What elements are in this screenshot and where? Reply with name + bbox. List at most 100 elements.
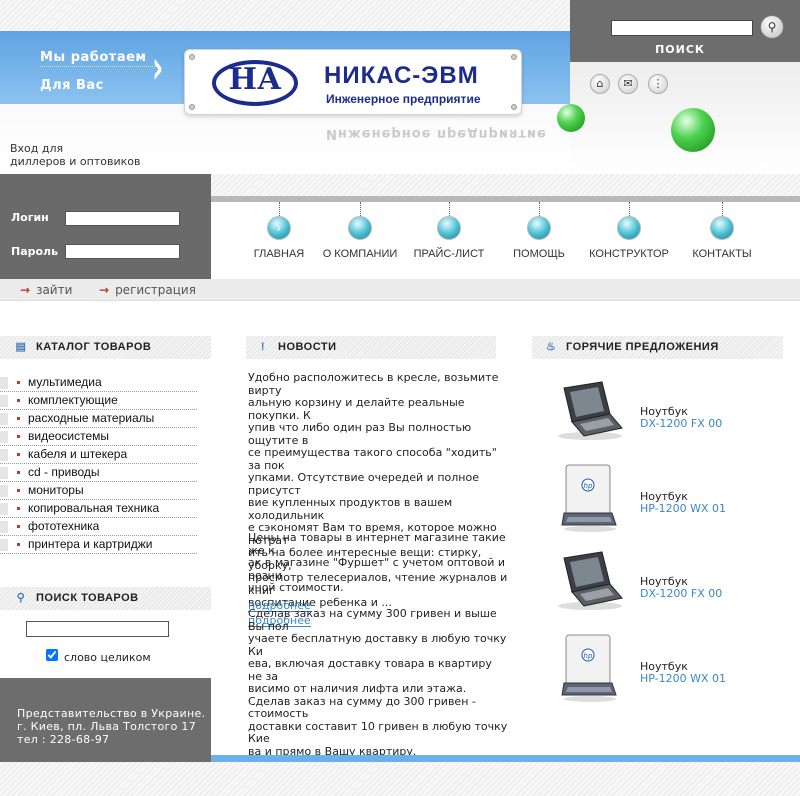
laptop-image[interactable] <box>550 374 630 440</box>
flame-icon: ♨ <box>545 341 557 353</box>
news-text-line: Цены на товары в интернет магазине такие… <box>248 531 506 557</box>
nav-label: ГЛАВНАЯ <box>253 248 305 260</box>
news-text-line: вие купленных продуктов в вашем холодиль… <box>248 496 453 522</box>
nav-item-help[interactable]: ПОМОЩЬ <box>494 202 584 260</box>
product-model-link[interactable]: HP-1200 WX 01 <box>640 673 726 685</box>
catalog-item[interactable]: расходные материалы <box>0 410 197 428</box>
logo-emblem-letters: НА <box>228 62 282 97</box>
hot-offers-title: ГОРЯЧИЕ ПРЕДЛОЖЕНИЯ <box>566 341 719 353</box>
hot-offer-item[interactable]: Ноутбук DX-1200 FX 00 <box>548 372 788 452</box>
product-model-link[interactable]: DX-1200 FX 00 <box>640 418 722 430</box>
catalog-item[interactable]: копировальная техника <box>0 500 197 518</box>
top-search-input[interactable] <box>611 20 753 36</box>
sitemap-icon[interactable]: ⋮ <box>648 74 668 94</box>
nav-connector <box>628 202 630 216</box>
nav-contacts-icon <box>710 216 734 240</box>
catalog-item[interactable]: мультимедиа <box>0 374 197 392</box>
password-input[interactable] <box>65 244 180 259</box>
nav-about-icon <box>348 216 372 240</box>
screw-icon <box>189 54 195 60</box>
contact-line-2: г. Киев, пл. Льва Толстого 17 <box>17 720 197 733</box>
catalog-item[interactable]: фототехника <box>0 518 197 536</box>
green-ball-large <box>671 108 715 152</box>
product-model-link[interactable]: HP-1200 WX 01 <box>640 503 726 515</box>
arrow-right-icon: → <box>99 283 110 297</box>
hot-offer-item[interactable]: Ноутбук DX-1200 FX 00 <box>548 542 788 622</box>
catalog-item[interactable]: cd - приводы <box>0 464 197 482</box>
product-search-input[interactable] <box>26 621 169 637</box>
slogan-divider <box>40 66 155 67</box>
hot-offer-item[interactable]: hp Ноутбук HP-1200 WX 01 <box>548 627 788 707</box>
laptop-image[interactable]: hp <box>550 629 630 702</box>
news-text: Сделав заказ на сумму 300 гривен и выше … <box>248 607 508 771</box>
catalog-list: мультимедиа комплектующие расходные мате… <box>0 374 197 554</box>
book-icon: ▤ <box>15 341 27 353</box>
contact-line-3: тел : 228-68-97 <box>17 733 110 746</box>
search-icon[interactable]: ⚲ <box>760 15 784 39</box>
catalog-header: ▤ КАТАЛОГ ТОВАРОВ <box>0 336 211 359</box>
exclamation-icon: ! <box>260 341 266 353</box>
main-nav: › ГЛАВНАЯ О КОМПАНИИ ПРАЙС-ЛИСТ ПОМОЩЬ К… <box>211 202 800 279</box>
arrow-right-icon: → <box>20 283 31 297</box>
news-header: ! НОВОСТИ <box>246 336 496 359</box>
search-label[interactable]: ПОИСК <box>640 43 720 56</box>
nav-item-price-list[interactable]: ПРАЙС-ЛИСТ <box>404 202 494 260</box>
svg-text:hp: hp <box>584 652 593 660</box>
nav-connector <box>538 202 540 216</box>
news-text-line: альную корзину и делайте реальные покупк… <box>248 396 465 422</box>
catalog-item[interactable]: мониторы <box>0 482 197 500</box>
news-text-line: ак в магазине "Фуршет" с учетом оптовой … <box>248 556 506 582</box>
nav-label: ПРАЙС-ЛИСТ <box>413 248 485 260</box>
news-text-line: Сделав заказ на сумму 300 гривен и выше … <box>248 607 497 633</box>
nav-item-about[interactable]: О КОМПАНИИ <box>315 202 405 260</box>
news-text-line: доставки составит 10 гривен в любую точк… <box>248 719 508 745</box>
header-top-band <box>0 0 570 31</box>
dealer-login-link[interactable]: Вход для диллеров и оптовиков <box>10 142 140 168</box>
news-text-line: Удобно расположитесь в кресле, возьмите … <box>248 371 499 397</box>
logo-subtitle: Инженерное предприятие <box>326 92 481 106</box>
contact-line-1: Представительство в Украине. <box>17 707 206 720</box>
dealer-link-line-2: диллеров и оптовиков <box>10 155 141 168</box>
news-text-line: Сделав заказ на сумму до 300 гривен - ст… <box>248 694 476 720</box>
screw-icon <box>189 104 195 110</box>
nav-help-icon <box>527 216 551 240</box>
nav-connector <box>278 202 280 216</box>
logo-name: НИКАС-ЭВМ <box>324 62 479 89</box>
catalog-item[interactable]: комплектующие <box>0 392 197 410</box>
nav-item-constructor[interactable]: КОНСТРУКТОР <box>584 202 674 260</box>
nav-label: КОНТАКТЫ <box>692 248 752 260</box>
dealer-link-line-1: Вход для <box>10 142 64 155</box>
whole-word-label: слово целиком <box>64 651 151 664</box>
login-label: Логин <box>11 211 49 224</box>
news-title: НОВОСТИ <box>278 341 337 353</box>
screw-icon <box>511 54 517 60</box>
register-link[interactable]: → регистрация <box>99 283 196 297</box>
nav-item-contacts[interactable]: КОНТАКТЫ <box>677 202 767 260</box>
news-text-line: чной стоимости. <box>248 581 344 594</box>
slogan: Мы работаем Для Вас <box>40 44 147 100</box>
catalog-item[interactable]: видеосистемы <box>0 428 197 446</box>
mail-icon[interactable]: ✉ <box>618 74 638 94</box>
laptop-image[interactable]: hp <box>550 459 630 532</box>
contact-info: Представительство в Украине. г. Киев, пл… <box>17 707 205 746</box>
login-input[interactable] <box>65 211 180 226</box>
home-icon[interactable]: ⌂ <box>590 74 610 94</box>
catalog-item[interactable]: кабеля и штекера <box>0 446 197 464</box>
news-text-line: ева, включая доставку товара в квартиру … <box>248 657 492 683</box>
magnifier-icon: ⚲ <box>16 592 26 604</box>
nav-constructor-icon <box>617 216 641 240</box>
slogan-line-1: Мы работаем <box>40 50 147 65</box>
product-model-link[interactable]: DX-1200 FX 00 <box>640 588 722 600</box>
nav-top-band <box>211 174 800 196</box>
catalog-item[interactable]: принтера и картриджи <box>0 536 197 554</box>
product-search-header: ⚲ ПОИСК ТОВАРОВ <box>0 587 211 610</box>
nav-home-icon: › <box>267 216 291 240</box>
hot-offer-item[interactable]: hp Ноутбук HP-1200 WX 01 <box>548 457 788 537</box>
product-search-title: ПОИСК ТОВАРОВ <box>36 592 139 604</box>
nav-item-home[interactable]: › ГЛАВНАЯ <box>234 202 324 260</box>
hot-offers-header: ♨ ГОРЯЧИЕ ПРЕДЛОЖЕНИЯ <box>532 336 783 359</box>
laptop-image[interactable] <box>550 544 630 610</box>
whole-word-checkbox[interactable] <box>46 649 58 661</box>
news-text-line: висимо от наличия лифта или этажа. <box>248 682 467 695</box>
enter-link[interactable]: → зайти <box>20 283 72 297</box>
